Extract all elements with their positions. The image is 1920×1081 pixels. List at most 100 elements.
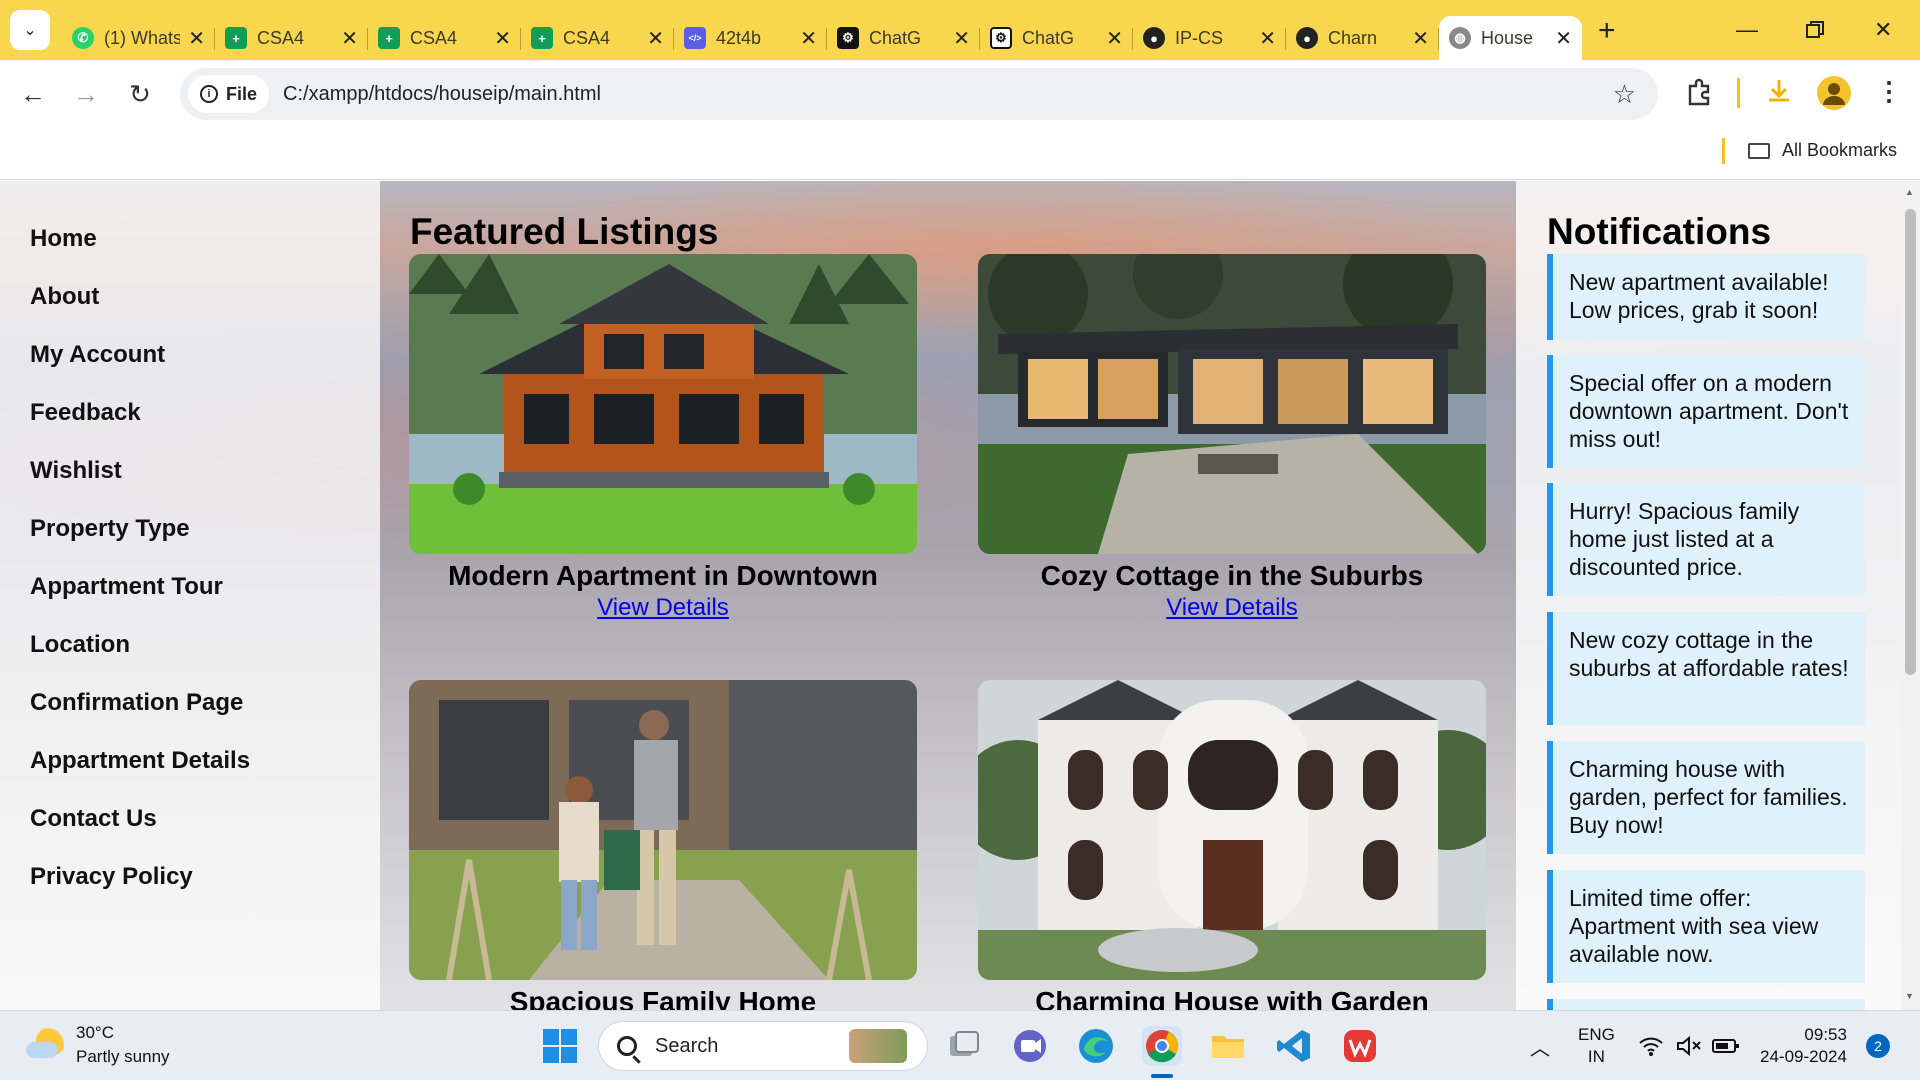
tab-close-icon[interactable]: ✕	[1259, 26, 1276, 51]
wifi-button[interactable]	[1638, 1011, 1664, 1081]
browser-tab[interactable]: ✆ (1) WhatsApp ✕	[62, 16, 215, 60]
chatgpt-icon: ⚙	[837, 27, 859, 49]
volume-button[interactable]	[1676, 1011, 1702, 1081]
browser-tab[interactable]: ● Charn ✕	[1286, 16, 1439, 60]
tab-title: CSA4	[257, 27, 305, 48]
browser-tab[interactable]: ⚙ ChatG ✕	[827, 16, 980, 60]
all-bookmarks-button[interactable]: All Bookmarks	[1748, 140, 1897, 161]
new-tab-button[interactable]: +	[1598, 14, 1616, 48]
tab-title: ChatG	[1022, 27, 1075, 48]
listing-image-modern-apartment[interactable]	[409, 254, 917, 554]
restore-button[interactable]	[1806, 0, 1824, 60]
view-details-link[interactable]: View Details	[1166, 594, 1298, 622]
sidebar-item-property-type[interactable]: Property Type	[30, 515, 190, 543]
close-window-button[interactable]: ✕	[1874, 0, 1892, 60]
notification-item: Limited time offer: Apartment with sea v…	[1547, 870, 1865, 983]
tab-close-icon[interactable]: ✕	[953, 26, 970, 51]
tab-title: Charn	[1328, 27, 1378, 48]
wps-office-button[interactable]	[1340, 1026, 1380, 1066]
battery-icon	[1712, 1039, 1739, 1053]
tab-close-icon[interactable]: ✕	[647, 26, 664, 51]
browser-tab[interactable]: + CSA4 ✕	[368, 16, 521, 60]
site-info-chip[interactable]: i File	[188, 75, 270, 113]
sidebar-item-my-account[interactable]: My Account	[30, 341, 165, 369]
scroll-up-icon[interactable]: ▲	[1905, 187, 1914, 197]
minimize-button[interactable]: —	[1736, 0, 1758, 60]
chrome-icon	[1146, 1030, 1178, 1063]
sidebar-item-appartment-details[interactable]: Appartment Details	[30, 747, 250, 775]
url-text[interactable]: C:/xampp/htdocs/houseip/main.html	[283, 83, 601, 106]
show-hidden-icons-button[interactable]: ︿	[1530, 1011, 1550, 1081]
listing-title: Modern Apartment in Downtown	[448, 560, 878, 591]
vscode-icon	[1277, 1030, 1310, 1062]
listing-image-family-home[interactable]	[409, 680, 917, 980]
notification-item: Charming house with garden, perfect for …	[1547, 741, 1865, 854]
sidebar-item-location[interactable]: Location	[30, 631, 130, 659]
download-icon	[1769, 80, 1789, 102]
listing-image-charming-house[interactable]	[978, 680, 1486, 980]
scroll-down-icon[interactable]: ▼	[1905, 991, 1914, 1001]
tab-search-button[interactable]: ⌄	[10, 10, 50, 50]
language-indicator[interactable]: ENG IN	[1578, 1011, 1615, 1081]
browser-tab[interactable]: + CSA4 ✕	[521, 16, 674, 60]
listing-image-cozy-cottage[interactable]	[978, 254, 1486, 554]
downloads-button[interactable]	[1764, 76, 1794, 111]
sidebar-item-home[interactable]: Home	[30, 225, 97, 253]
notification-count-badge: 2	[1866, 1034, 1890, 1058]
taskbar-search[interactable]: Search	[598, 1021, 928, 1071]
tab-close-icon[interactable]: ✕	[494, 26, 511, 51]
browser-tab[interactable]: + CSA4 ✕	[215, 16, 368, 60]
file-explorer-button[interactable]	[1208, 1026, 1248, 1066]
page-scrollbar[interactable]: ▲ ▼	[1901, 181, 1920, 1010]
reload-button[interactable]: ↻	[120, 74, 160, 114]
address-bar[interactable]: i File C:/xampp/htdocs/houseip/main.html…	[180, 68, 1658, 120]
edge-button[interactable]	[1076, 1026, 1116, 1066]
scrollbar-thumb[interactable]	[1905, 209, 1916, 675]
tab-close-icon[interactable]: ✕	[341, 26, 358, 51]
tab-close-icon[interactable]: ✕	[1412, 26, 1429, 51]
back-button[interactable]: ←	[13, 74, 53, 114]
reload-icon: ↻	[129, 78, 151, 109]
clock[interactable]: 09:53 24-09-2024	[1760, 1011, 1847, 1081]
browser-toolbar: ← → ↻ i File C:/xampp/htdocs/houseip/mai…	[0, 60, 1920, 128]
profile-avatar[interactable]	[1817, 76, 1851, 110]
start-button[interactable]	[540, 1026, 580, 1066]
browser-tab[interactable]: </> 42t4b ✕	[674, 16, 827, 60]
wps-office-icon	[1344, 1030, 1376, 1062]
notification-item: New cozy cottage in the suburbs at affor…	[1547, 612, 1865, 725]
sheets-icon: +	[531, 27, 553, 49]
weather-temp: 30°C	[76, 1023, 114, 1042]
arrow-left-icon: ←	[20, 78, 46, 109]
tab-title: (1) WhatsApp	[104, 27, 180, 48]
vscode-button[interactable]	[1274, 1026, 1314, 1066]
tab-title: IP-CS	[1175, 27, 1224, 48]
tab-close-icon[interactable]: ✕	[188, 26, 205, 51]
extensions-button[interactable]	[1686, 78, 1714, 111]
tab-close-icon[interactable]: ✕	[800, 26, 817, 51]
sidebar-item-wishlist[interactable]: Wishlist	[30, 457, 122, 485]
chrome-button[interactable]	[1142, 1026, 1182, 1066]
sidebar-item-confirmation-page[interactable]: Confirmation Page	[30, 689, 243, 717]
forward-button[interactable]: →	[66, 74, 106, 114]
tab-close-icon[interactable]: ✕	[1555, 26, 1572, 51]
bookmark-star-icon[interactable]: ☆	[1613, 79, 1636, 110]
battery-button[interactable]	[1712, 1011, 1740, 1081]
notification-center-button[interactable]: 2	[1866, 1011, 1890, 1081]
browser-tab[interactable]: ⚙ ChatG ✕	[980, 16, 1133, 60]
task-view-button[interactable]	[944, 1026, 984, 1066]
active-app-indicator	[1151, 1074, 1173, 1078]
sidebar-item-privacy-policy[interactable]: Privacy Policy	[30, 863, 193, 891]
sidebar-item-about[interactable]: About	[30, 283, 99, 311]
browser-tab[interactable]: ◍ House ✕	[1439, 16, 1582, 60]
view-details-link[interactable]: View Details	[597, 594, 729, 622]
sidebar-item-contact-us[interactable]: Contact Us	[30, 805, 157, 833]
sidebar-item-feedback[interactable]: Feedback	[30, 399, 141, 427]
notification-item: Hurry! Spacious family home just listed …	[1547, 483, 1865, 596]
tab-title: CSA4	[410, 27, 458, 48]
sidebar-item-appartment-tour[interactable]: Appartment Tour	[30, 573, 223, 601]
tab-close-icon[interactable]: ✕	[1106, 26, 1123, 51]
browser-menu-button[interactable]: ⋮	[1876, 76, 1902, 107]
weather-widget[interactable]: 30°C Partly sunny	[26, 1021, 170, 1069]
teams-meet-button[interactable]	[1010, 1026, 1050, 1066]
browser-tab[interactable]: ● IP-CS ✕	[1133, 16, 1286, 60]
